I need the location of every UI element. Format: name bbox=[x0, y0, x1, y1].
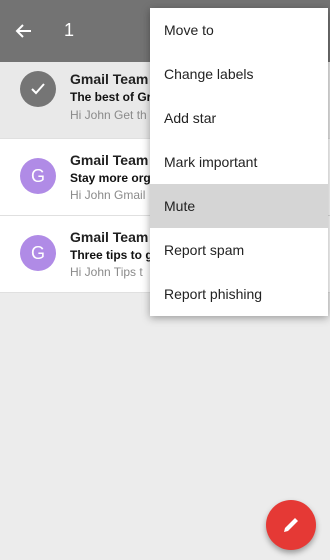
menu-item-mute[interactable]: Mute bbox=[150, 184, 328, 228]
email-sender: Gmail Team bbox=[70, 229, 149, 245]
email-sender: Gmail Team bbox=[70, 71, 149, 87]
email-subject: The best of Gr bbox=[70, 90, 152, 104]
selection-count: 1 bbox=[64, 20, 75, 40]
pencil-icon bbox=[284, 518, 298, 532]
compose-button[interactable] bbox=[266, 500, 316, 550]
menu-item-move-to[interactable]: Move to bbox=[150, 8, 328, 52]
sender-avatar[interactable]: G bbox=[20, 235, 56, 271]
email-snippet: Hi John Get th bbox=[70, 108, 147, 122]
email-sender: Gmail Team bbox=[70, 152, 149, 168]
back-button[interactable] bbox=[10, 17, 38, 45]
email-subject: Three tips to g bbox=[70, 248, 153, 262]
check-icon bbox=[31, 83, 45, 95]
arrow-left-icon bbox=[15, 24, 31, 38]
sender-avatar[interactable]: G bbox=[20, 158, 56, 194]
email-snippet: Hi John Gmail bbox=[70, 188, 146, 202]
email-subject: Stay more org bbox=[70, 171, 151, 185]
menu-item-report-spam[interactable]: Report spam bbox=[150, 228, 328, 272]
overflow-menu: Move to Change labels Add star Mark impo… bbox=[150, 8, 328, 316]
menu-item-change-labels[interactable]: Change labels bbox=[150, 52, 328, 96]
menu-item-mark-important[interactable]: Mark important bbox=[150, 140, 328, 184]
menu-item-add-star[interactable]: Add star bbox=[150, 96, 328, 140]
email-snippet: Hi John Tips t bbox=[70, 265, 143, 279]
selected-avatar[interactable] bbox=[20, 71, 56, 107]
menu-item-report-phishing[interactable]: Report phishing bbox=[150, 272, 328, 316]
